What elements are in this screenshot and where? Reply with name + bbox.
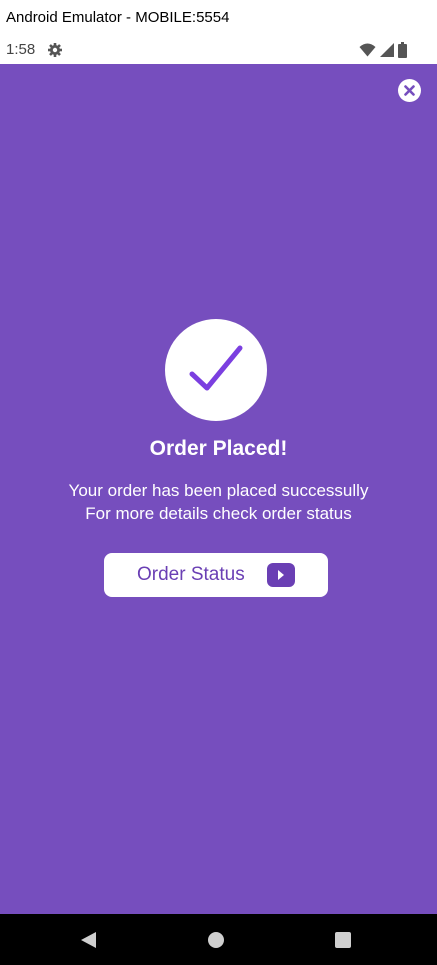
success-message-line-2: For more details check order status (85, 504, 352, 523)
status-icons (359, 42, 407, 58)
status-bar: 1:58 (0, 36, 437, 64)
navigation-bar (0, 914, 437, 965)
signal-icon (380, 43, 394, 57)
wifi-icon (359, 43, 376, 57)
gear-icon (48, 43, 62, 57)
order-status-button[interactable]: Order Status (104, 553, 328, 597)
success-badge (165, 319, 267, 421)
recents-icon[interactable] (334, 931, 352, 949)
window-title: Android Emulator - MOBILE:5554 (0, 0, 437, 36)
close-icon (404, 85, 415, 96)
success-message-line-1: Your order has been placed successully (68, 481, 369, 500)
home-icon[interactable] (207, 931, 225, 949)
status-time: 1:58 (6, 41, 36, 58)
order-status-label: Order Status (137, 564, 245, 585)
checkmark-icon (189, 345, 243, 391)
page-title: Order Placed! (149, 437, 288, 460)
play-arrow-icon (267, 563, 295, 587)
order-placed-screen: Order Placed! Your order has been placed… (0, 64, 437, 914)
back-icon[interactable] (80, 931, 98, 949)
battery-icon (398, 42, 407, 58)
close-button[interactable] (398, 79, 421, 102)
